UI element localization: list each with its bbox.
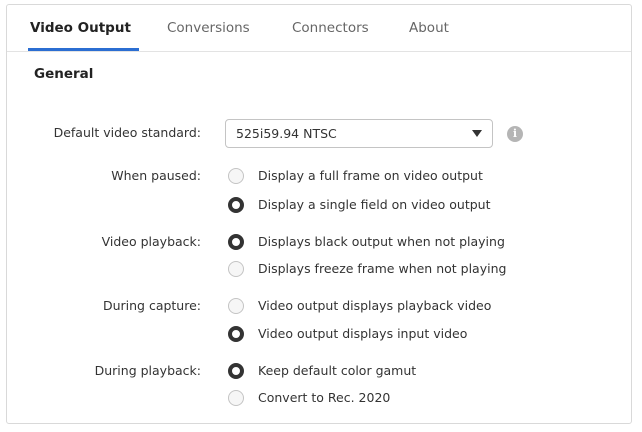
- tab-about[interactable]: About: [409, 20, 449, 36]
- radio-button[interactable]: [228, 298, 244, 314]
- radio-button[interactable]: [228, 390, 244, 406]
- option-label: Video output displays input video: [258, 326, 468, 341]
- section-title-general: General: [34, 66, 94, 82]
- tab-bar: Video Output Conversions Connectors Abou…: [7, 5, 631, 52]
- option-label: Display a full frame on video output: [258, 168, 483, 183]
- option-label: Display a single field on video output: [258, 197, 491, 212]
- video-playback-label: Video playback:: [101, 234, 201, 249]
- radio-button-selected[interactable]: [228, 197, 244, 213]
- option-label: Displays black output when not playing: [258, 234, 505, 249]
- option-label: Keep default color gamut: [258, 363, 417, 378]
- during-playback-label: During playback:: [94, 363, 201, 378]
- info-icon[interactable]: i: [507, 126, 523, 142]
- tab-video-output[interactable]: Video Output: [30, 20, 131, 36]
- when-paused-label: When paused:: [111, 168, 201, 183]
- active-tab-indicator: [28, 48, 139, 51]
- tab-conversions[interactable]: Conversions: [167, 20, 250, 36]
- option-label: Video output displays playback video: [258, 298, 492, 313]
- chevron-down-icon: [472, 130, 482, 137]
- default-video-standard-label: Default video standard:: [53, 125, 201, 140]
- tab-connectors[interactable]: Connectors: [292, 20, 369, 36]
- default-video-standard-select[interactable]: 525i59.94 NTSC: [225, 119, 493, 148]
- option-label: Convert to Rec. 2020: [258, 390, 391, 405]
- radio-button[interactable]: [228, 261, 244, 277]
- radio-button-selected[interactable]: [228, 363, 244, 379]
- radio-button-selected[interactable]: [228, 326, 244, 342]
- option-label: Displays freeze frame when not playing: [258, 261, 507, 276]
- during-capture-label: During capture:: [102, 298, 201, 313]
- default-video-standard-value: 525i59.94 NTSC: [236, 126, 337, 141]
- settings-panel: Video Output Conversions Connectors Abou…: [6, 4, 632, 424]
- radio-button[interactable]: [228, 168, 244, 184]
- radio-button-selected[interactable]: [228, 234, 244, 250]
